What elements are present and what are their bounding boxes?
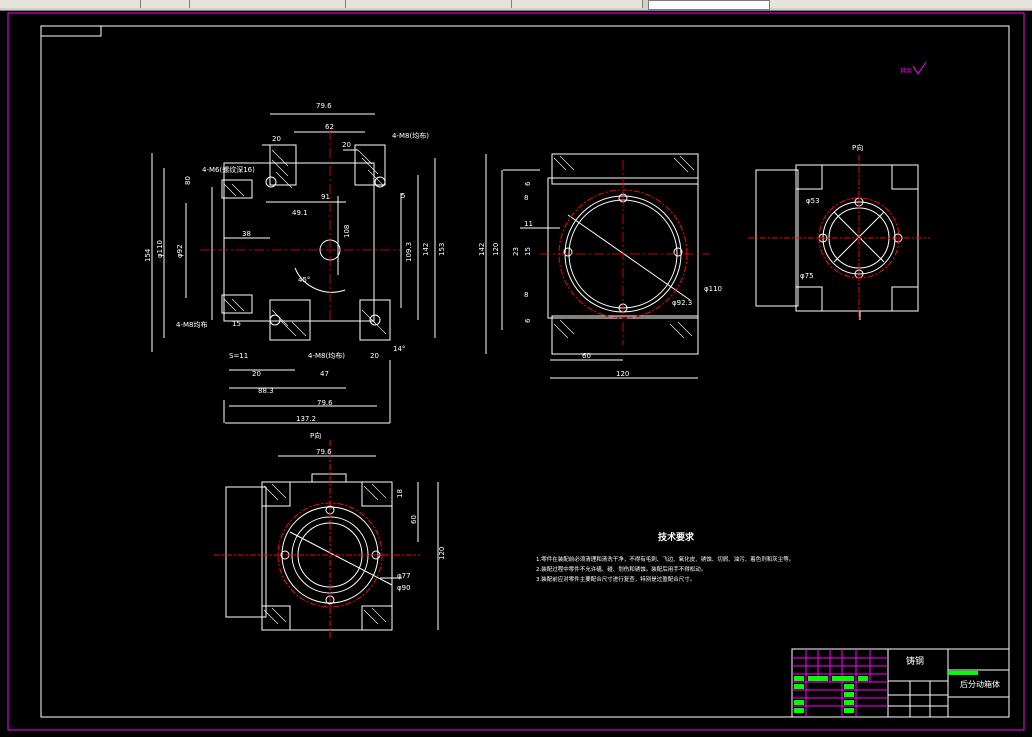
- svg-text:φ92: φ92: [176, 244, 184, 258]
- svg-text:142: 142: [422, 243, 430, 256]
- side-view-labels: 6 8 11 15 23 8 6 142 120 φ110 φ92.3 60 1…: [478, 181, 722, 378]
- right-view-d75: φ75: [800, 272, 814, 280]
- linetype-dropdown[interactable]: [512, 0, 643, 8]
- svg-text:S=11: S=11: [229, 352, 248, 360]
- drawing-canvas[interactable]: 其余 79.6 62 20 20 4-M8(均布) 4-M6(螺纹深16) 80…: [0, 10, 1032, 733]
- main-view: [151, 113, 436, 424]
- svg-text:20: 20: [370, 352, 379, 360]
- svg-text:8: 8: [524, 291, 528, 299]
- svg-text:15: 15: [524, 247, 532, 256]
- svg-text:79.6: 79.6: [317, 399, 333, 407]
- svg-text:4-M6(螺纹深16): 4-M6(螺纹深16): [202, 165, 255, 174]
- right-view-d53: φ53: [806, 197, 820, 205]
- svg-text:4-M8(均布): 4-M8(均布): [308, 351, 345, 360]
- svg-text:23: 23: [512, 247, 520, 256]
- bottom-view: [225, 455, 439, 631]
- svg-text:49.1: 49.1: [292, 209, 308, 217]
- right-view-red: [748, 155, 930, 320]
- svg-text:φ77: φ77: [397, 572, 411, 580]
- toolbar-icons[interactable]: [141, 0, 190, 8]
- svg-text:6: 6: [524, 318, 532, 323]
- p-view-label-right: P向: [852, 143, 863, 152]
- svg-text:6: 6: [524, 181, 532, 186]
- svg-text:20: 20: [252, 370, 261, 378]
- toolbar-segment[interactable]: [0, 0, 141, 8]
- svg-text:3.装配前应对零件主要配合尺寸进行复查，特别是过盈配合尺寸。: 3.装配前应对零件主要配合尺寸进行复查，特别是过盈配合尺寸。: [536, 575, 695, 583]
- title-material: 铸钢: [906, 655, 924, 667]
- color-dropdown[interactable]: [346, 0, 512, 8]
- svg-text:62: 62: [325, 123, 334, 131]
- svg-text:60: 60: [410, 515, 418, 524]
- svg-text:5: 5: [401, 192, 405, 200]
- cad-drawing: 其余 79.6 62 20 20 4-M8(均布) 4-M6(螺纹深16) 80…: [7, 12, 1025, 731]
- frame-tag: [40, 25, 102, 37]
- title-part-name: 后分动箱体: [960, 679, 1000, 689]
- svg-text:120: 120: [616, 370, 629, 378]
- svg-text:4-M8(均布): 4-M8(均布): [392, 131, 429, 140]
- svg-text:109.3: 109.3: [405, 242, 413, 262]
- svg-text:88.3: 88.3: [258, 387, 274, 395]
- svg-text:120: 120: [492, 243, 500, 256]
- svg-text:45°: 45°: [298, 276, 310, 284]
- svg-text:79.6: 79.6: [316, 102, 332, 110]
- svg-text:38: 38: [242, 230, 251, 238]
- svg-text:47: 47: [320, 370, 329, 378]
- svg-text:120: 120: [438, 547, 446, 560]
- svg-text:18: 18: [396, 489, 404, 498]
- p-view-label-bottom: P向: [310, 431, 321, 440]
- layer-dropdown[interactable]: [190, 0, 346, 8]
- svg-text:20: 20: [272, 135, 281, 143]
- outer-border: [7, 12, 1025, 731]
- svg-text:φ90: φ90: [397, 584, 411, 592]
- drawing-frame: [40, 25, 1010, 718]
- svg-text:2.装配过程中零件不允许磕、碰、划伤和锈蚀。装配后用手不得松: 2.装配过程中零件不允许磕、碰、划伤和锈蚀。装配后用手不得松动。: [536, 565, 706, 573]
- svg-text:20: 20: [342, 141, 351, 149]
- roughness-symbol: 其余: [900, 61, 927, 75]
- svg-text:60: 60: [582, 352, 591, 360]
- main-view-centerlines: [200, 130, 400, 320]
- lineweight-dropdown[interactable]: [648, 0, 770, 10]
- svg-text:4-M8均布: 4-M8均布: [176, 320, 207, 329]
- toolbar-rest: [770, 0, 1032, 8]
- svg-text:137.2: 137.2: [296, 415, 316, 423]
- svg-text:1.零件在装配前必须清理和清洗干净，不得有毛刺、飞边、氧化皮: 1.零件在装配前必须清理和清洗干净，不得有毛刺、飞边、氧化皮、锈蚀、切屑、油污、…: [536, 555, 794, 563]
- svg-text:91: 91: [321, 193, 330, 201]
- right-view: [755, 164, 919, 320]
- bottom-view-labels: 79.6 18 60 120 φ77 φ90: [316, 448, 446, 592]
- svg-text:154: 154: [144, 248, 152, 262]
- svg-text:11: 11: [524, 220, 533, 228]
- svg-text:8: 8: [524, 194, 528, 202]
- tech-requirements: 技术要求 1.零件在装配前必须清理和清洗干净，不得有毛刺、飞边、氧化皮、锈蚀、切…: [536, 531, 794, 583]
- svg-text:其余: 其余: [900, 67, 912, 75]
- svg-text:15: 15: [232, 320, 241, 328]
- svg-text:φ92.3: φ92.3: [672, 299, 692, 307]
- main-view-hatch: [223, 149, 387, 337]
- svg-text:153: 153: [438, 243, 446, 256]
- svg-text:14°: 14°: [393, 345, 405, 353]
- title-block-green: [794, 671, 978, 713]
- svg-text:79.6: 79.6: [316, 448, 332, 456]
- bottom-view-red: [214, 440, 420, 640]
- svg-text:142: 142: [478, 243, 486, 256]
- svg-text:φ110: φ110: [156, 240, 164, 258]
- side-view: [485, 153, 699, 379]
- svg-text:φ110: φ110: [704, 285, 722, 293]
- svg-text:80: 80: [184, 176, 192, 185]
- svg-text:108: 108: [343, 225, 351, 238]
- svg-text:技术要求: 技术要求: [658, 531, 695, 543]
- side-view-hatch: [553, 155, 695, 339]
